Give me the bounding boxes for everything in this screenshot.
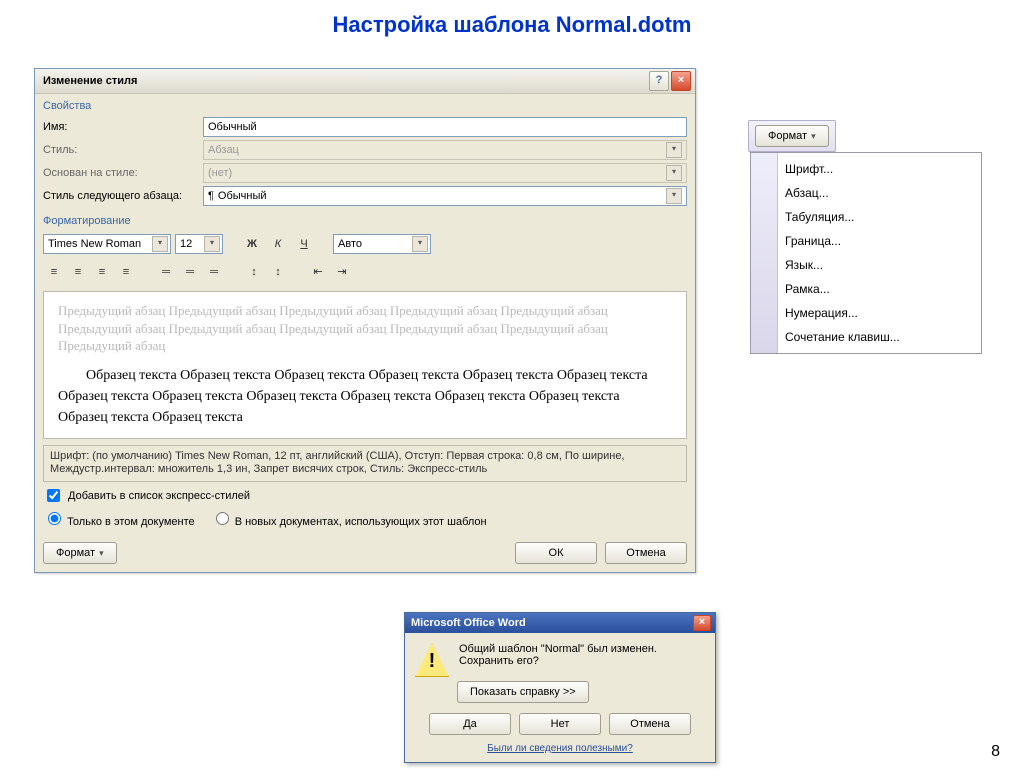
line-spacing-2-icon[interactable]: ═ (203, 261, 225, 283)
style-description: Шрифт: (по умолчанию) Times New Roman, 1… (43, 445, 687, 483)
menu-item-frame[interactable]: Рамка... (751, 277, 981, 301)
msgbox-titlebar[interactable]: Microsoft Office Word × (405, 613, 715, 633)
format-popup-button[interactable]: Формат (755, 125, 829, 147)
slide-title: Настройка шаблона Normal.dotm (0, 12, 1024, 38)
msgbox-title: Microsoft Office Word (411, 617, 526, 629)
line-spacing-15-icon[interactable]: ═ (179, 261, 201, 283)
align-justify-icon[interactable]: ≡ (115, 261, 137, 283)
label-next-style: Стиль следующего абзаца: (43, 190, 203, 202)
font-color-select[interactable]: Авто (333, 234, 431, 254)
preview-pane: Предыдущий абзац Предыдущий абзац Предыд… (43, 291, 687, 439)
menu-item-shortcut[interactable]: Сочетание клавиш... (751, 325, 981, 349)
font-size-select[interactable]: 12 (175, 234, 223, 254)
cancel-button[interactable]: Отмена (605, 542, 687, 564)
show-help-button[interactable]: Показать справку >> (457, 681, 589, 703)
format-button[interactable]: Формат (43, 542, 117, 564)
yes-button[interactable]: Да (429, 713, 511, 735)
menu-item-numbering[interactable]: Нумерация... (751, 301, 981, 325)
label-style-type: Стиль: (43, 144, 203, 156)
modify-style-dialog: Изменение стиля ? × Свойства Имя: Обычны… (34, 68, 696, 573)
preview-previous: Предыдущий абзац Предыдущий абзац Предыд… (58, 302, 672, 355)
express-style-checkbox[interactable] (47, 489, 60, 502)
format-button-host: Формат (748, 120, 836, 152)
bold-button[interactable]: Ж (241, 233, 263, 255)
radio-new-docs[interactable]: В новых документах, использующих этот ша… (211, 509, 487, 528)
align-left-icon[interactable]: ≡ (43, 261, 65, 283)
menu-item-paragraph[interactable]: Абзац... (751, 181, 981, 205)
indent-decrease-icon[interactable]: ⇤ (307, 261, 329, 283)
save-template-msgbox: Microsoft Office Word × ! Общий шаблон "… (404, 612, 716, 763)
based-on-select: (нет) (203, 163, 687, 183)
chevron-down-icon[interactable] (152, 236, 168, 252)
italic-button[interactable]: К (267, 233, 289, 255)
align-center-icon[interactable]: ≡ (67, 261, 89, 283)
align-right-icon[interactable]: ≡ (91, 261, 113, 283)
close-icon[interactable]: × (671, 71, 691, 91)
page-number: 8 (991, 743, 1000, 761)
radio-this-doc[interactable]: Только в этом документе (43, 509, 195, 528)
underline-button[interactable]: Ч (293, 233, 315, 255)
dialog-title: Изменение стиля (43, 75, 137, 87)
preview-sample: Образец текста Образец текста Образец те… (58, 365, 672, 428)
close-icon[interactable]: × (693, 615, 711, 631)
chevron-down-icon[interactable] (204, 236, 220, 252)
no-button[interactable]: Нет (519, 713, 601, 735)
format-menu: Шрифт... Абзац... Табуляция... Граница..… (750, 152, 982, 354)
express-style-label: Добавить в список экспресс-стилей (68, 490, 250, 502)
feedback-link[interactable]: Были ли сведения полезными? (405, 743, 715, 762)
name-input[interactable]: Обычный (203, 117, 687, 137)
style-type-select: Абзац (203, 140, 687, 160)
line-spacing-1-icon[interactable]: ═ (155, 261, 177, 283)
msgbox-cancel-button[interactable]: Отмена (609, 713, 691, 735)
label-name: Имя: (43, 121, 203, 133)
dialog-titlebar[interactable]: Изменение стиля ? × (35, 69, 695, 94)
label-based-on: Основан на стиле: (43, 167, 203, 179)
next-style-select[interactable]: Обычный (203, 186, 687, 206)
chevron-down-icon (666, 165, 682, 181)
help-icon[interactable]: ? (649, 71, 669, 91)
menu-item-tabs[interactable]: Табуляция... (751, 205, 981, 229)
indent-increase-icon[interactable]: ⇥ (331, 261, 353, 283)
chevron-down-icon[interactable] (412, 236, 428, 252)
menu-item-border[interactable]: Граница... (751, 229, 981, 253)
space-after-icon[interactable]: ↕ (267, 261, 289, 283)
paragraph-toolbar: ≡ ≡ ≡ ≡ ═ ═ ═ ↕ ↕ ⇤ ⇥ (35, 259, 695, 285)
font-name-select[interactable]: Times New Roman (43, 234, 171, 254)
menu-item-font[interactable]: Шрифт... (751, 157, 981, 181)
space-before-icon[interactable]: ↕ (243, 261, 265, 283)
chevron-down-icon (666, 142, 682, 158)
chevron-down-icon[interactable] (666, 188, 682, 204)
group-formatting: Форматирование (35, 209, 695, 229)
warning-icon: ! (415, 643, 449, 677)
menu-item-language[interactable]: Язык... (751, 253, 981, 277)
group-properties: Свойства (35, 94, 695, 114)
msgbox-text: Общий шаблон "Normal" был изменен. Сохра… (459, 643, 705, 667)
ok-button[interactable]: ОК (515, 542, 597, 564)
